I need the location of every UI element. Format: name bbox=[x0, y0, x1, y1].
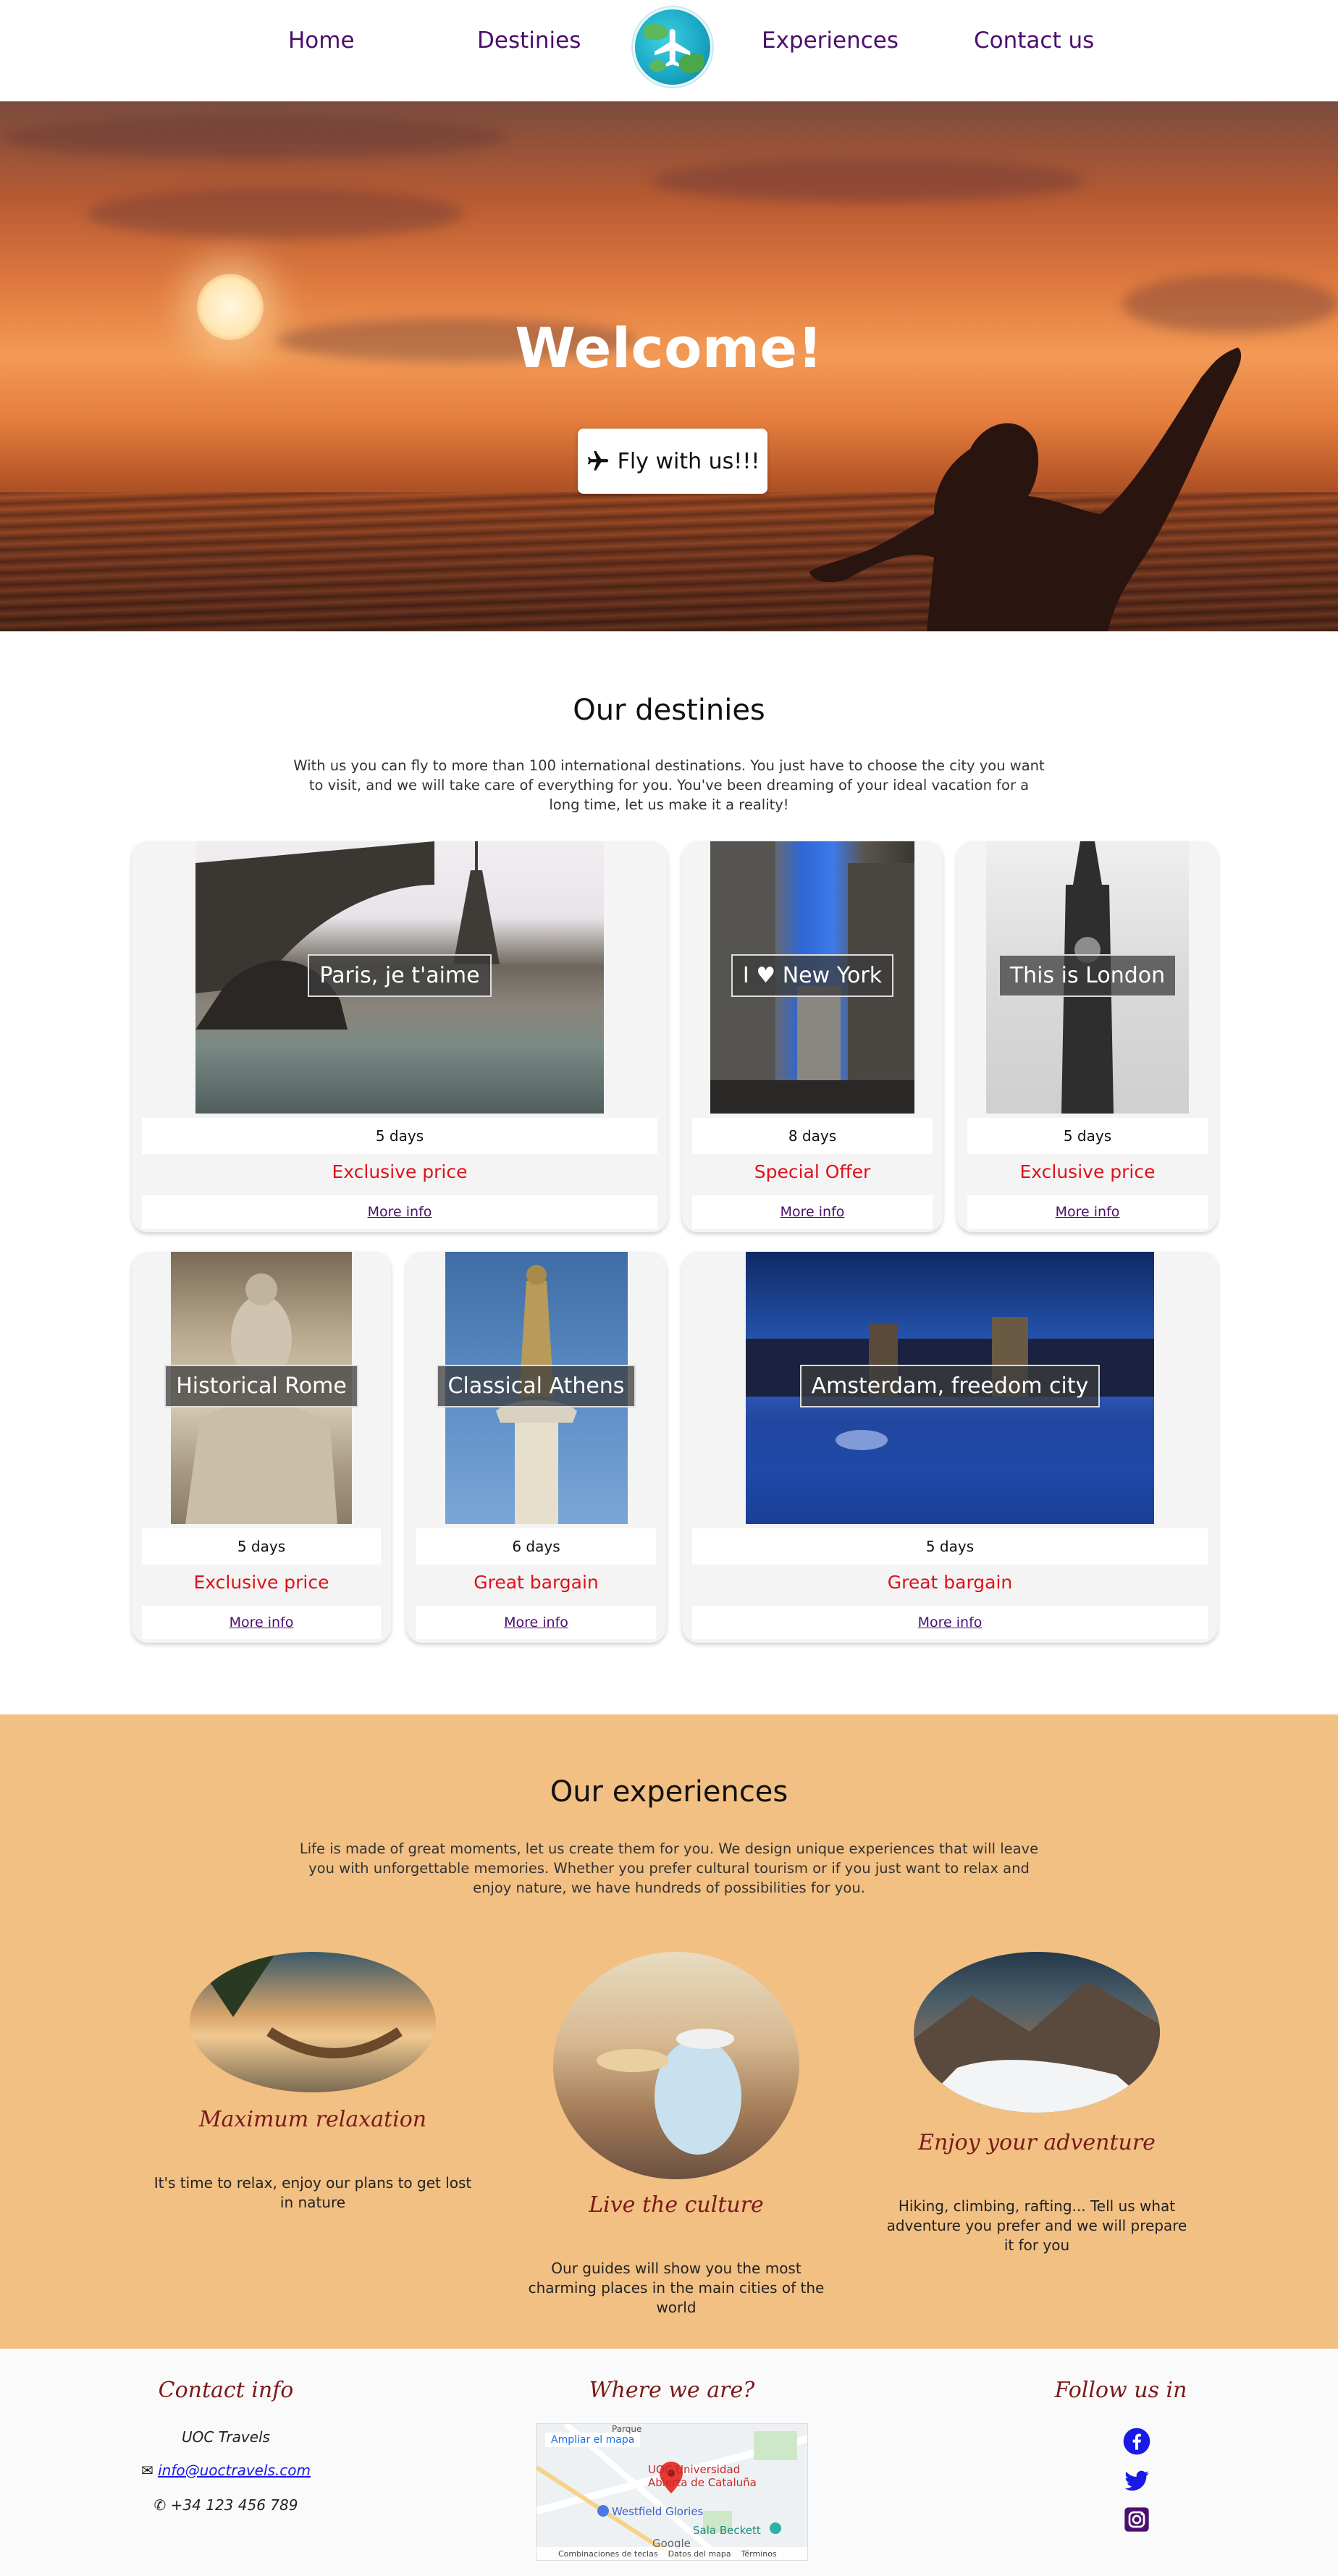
experience-title-relaxation: Maximum relaxation bbox=[198, 2107, 427, 2132]
map-poi-westfield: Westfield Glories bbox=[612, 2505, 704, 2518]
nav-link-home[interactable]: Home bbox=[288, 28, 355, 54]
fly-with-us-button[interactable]: Fly with us!!! bbox=[578, 429, 767, 494]
more-info-link[interactable]: More info bbox=[692, 1606, 1208, 1639]
destinies-title: Our destinies bbox=[573, 694, 765, 727]
instagram-icon[interactable] bbox=[1122, 2505, 1151, 2534]
contact-info-title: Contact info bbox=[158, 2378, 294, 2403]
card-days: 8 days bbox=[692, 1118, 933, 1154]
top-navigation: Home Destinies Experiences Contact us bbox=[0, 0, 1338, 101]
nav-link-experiences[interactable]: Experiences bbox=[762, 28, 899, 54]
envelope-icon: ✉ bbox=[140, 2462, 153, 2479]
plane-icon bbox=[587, 450, 608, 471]
card-caption: Amsterdam, freedom city bbox=[799, 1365, 1101, 1407]
email-link[interactable]: info@uoctravels.com bbox=[158, 2462, 311, 2479]
experience-text-relaxation: It's time to relax, enjoy our plans to g… bbox=[153, 2174, 472, 2211]
fly-with-us-label: Fly with us!!! bbox=[617, 448, 760, 474]
destination-card-london[interactable]: This is London 5 days Exclusive price Mo… bbox=[957, 841, 1218, 1232]
phone-number: +34 123 456 789 bbox=[170, 2496, 298, 2514]
nav-link-contact[interactable]: Contact us bbox=[974, 28, 1094, 54]
card-days: 5 days bbox=[967, 1118, 1208, 1154]
map-poi-sala-beckett: Sala Beckett bbox=[693, 2524, 761, 2537]
follow-us-title: Follow us in bbox=[1054, 2378, 1187, 2403]
map-shortcuts-link[interactable]: Combinaciones de teclas bbox=[558, 2549, 658, 2559]
card-caption: Classical Athens bbox=[436, 1365, 636, 1407]
twitter-icon[interactable] bbox=[1122, 2466, 1151, 2495]
experience-text-culture: Our guides will show you the most charmi… bbox=[528, 2260, 825, 2316]
phone-row: ✆ +34 123 456 789 bbox=[110, 2496, 342, 2514]
nav-link-destinies[interactable]: Destinies bbox=[477, 28, 581, 54]
phone-icon: ✆ bbox=[153, 2496, 167, 2514]
more-info-link[interactable]: More info bbox=[967, 1195, 1208, 1229]
more-info-link[interactable]: More info bbox=[416, 1606, 656, 1639]
experience-title-adventure: Enjoy your adventure bbox=[918, 2130, 1156, 2155]
relaxation-hammock-image bbox=[190, 1952, 436, 2092]
experiences-title: Our experiences bbox=[550, 1775, 788, 1809]
card-caption: Paris, je t'aime bbox=[308, 954, 492, 997]
destination-card-athens[interactable]: Classical Athens 6 days Great bargain Mo… bbox=[406, 1252, 666, 1643]
experience-text-adventure: Hiking, climbing, rafting... Tell us wha… bbox=[886, 2197, 1187, 2254]
destination-card-amsterdam[interactable]: Amsterdam, freedom city 5 days Great bar… bbox=[682, 1252, 1218, 1643]
map-place-label: UOC Universidad Abierta de Cataluña bbox=[648, 2463, 757, 2489]
location-map[interactable]: Ampliar el mapa UOC Universidad Abierta … bbox=[536, 2423, 808, 2561]
destination-card-rome[interactable]: Historical Rome 5 days Exclusive price M… bbox=[132, 1252, 391, 1643]
card-price: Exclusive price bbox=[332, 1161, 468, 1182]
card-days: 5 days bbox=[692, 1528, 1208, 1565]
card-caption: Historical Rome bbox=[164, 1365, 358, 1407]
card-days: 5 days bbox=[142, 1528, 381, 1565]
plane-globe-logo-icon[interactable] bbox=[633, 7, 712, 87]
map-street-label: Parque bbox=[612, 2424, 642, 2434]
card-days: 5 days bbox=[142, 1118, 657, 1154]
hero-banner: Welcome! Fly with us!!! bbox=[0, 101, 1338, 631]
more-info-link[interactable]: More info bbox=[142, 1195, 657, 1229]
card-price: Exclusive price bbox=[193, 1572, 329, 1593]
hero-title: Welcome! bbox=[515, 316, 823, 380]
culture-tourists-image bbox=[553, 1952, 799, 2179]
card-price: Exclusive price bbox=[1019, 1161, 1156, 1182]
more-info-link[interactable]: More info bbox=[692, 1195, 933, 1229]
child-silhouette-image bbox=[809, 348, 1242, 631]
destinies-intro: With us you can fly to more than 100 int… bbox=[293, 757, 1045, 813]
where-we-are-title: Where we are? bbox=[589, 2378, 755, 2403]
card-days: 6 days bbox=[416, 1528, 656, 1565]
adventure-mountains-image bbox=[914, 1952, 1160, 2113]
card-caption: I ♥ New York bbox=[731, 954, 894, 997]
card-price: Special Offer bbox=[754, 1161, 871, 1182]
map-data-link[interactable]: Datos del mapa bbox=[668, 2549, 731, 2559]
experience-title-culture: Live the culture bbox=[589, 2192, 764, 2218]
facebook-icon[interactable] bbox=[1122, 2427, 1151, 2456]
card-price: Great bargain bbox=[887, 1572, 1013, 1593]
company-name: UOC Travels bbox=[182, 2428, 270, 2446]
map-terms-link[interactable]: Términos bbox=[741, 2549, 777, 2559]
card-price: Great bargain bbox=[474, 1572, 599, 1593]
more-info-link[interactable]: More info bbox=[142, 1606, 381, 1639]
card-caption: This is London bbox=[998, 954, 1177, 997]
email-row: ✉ info@uoctravels.com bbox=[110, 2462, 342, 2479]
enlarge-map-link[interactable]: Ampliar el mapa bbox=[545, 2433, 641, 2447]
destination-card-paris[interactable]: Paris, je t'aime 5 days Exclusive price … bbox=[132, 841, 668, 1232]
destination-card-new-york[interactable]: I ♥ New York 8 days Special Offer More i… bbox=[682, 841, 943, 1232]
experiences-intro: Life is made of great moments, let us cr… bbox=[299, 1840, 1039, 1896]
